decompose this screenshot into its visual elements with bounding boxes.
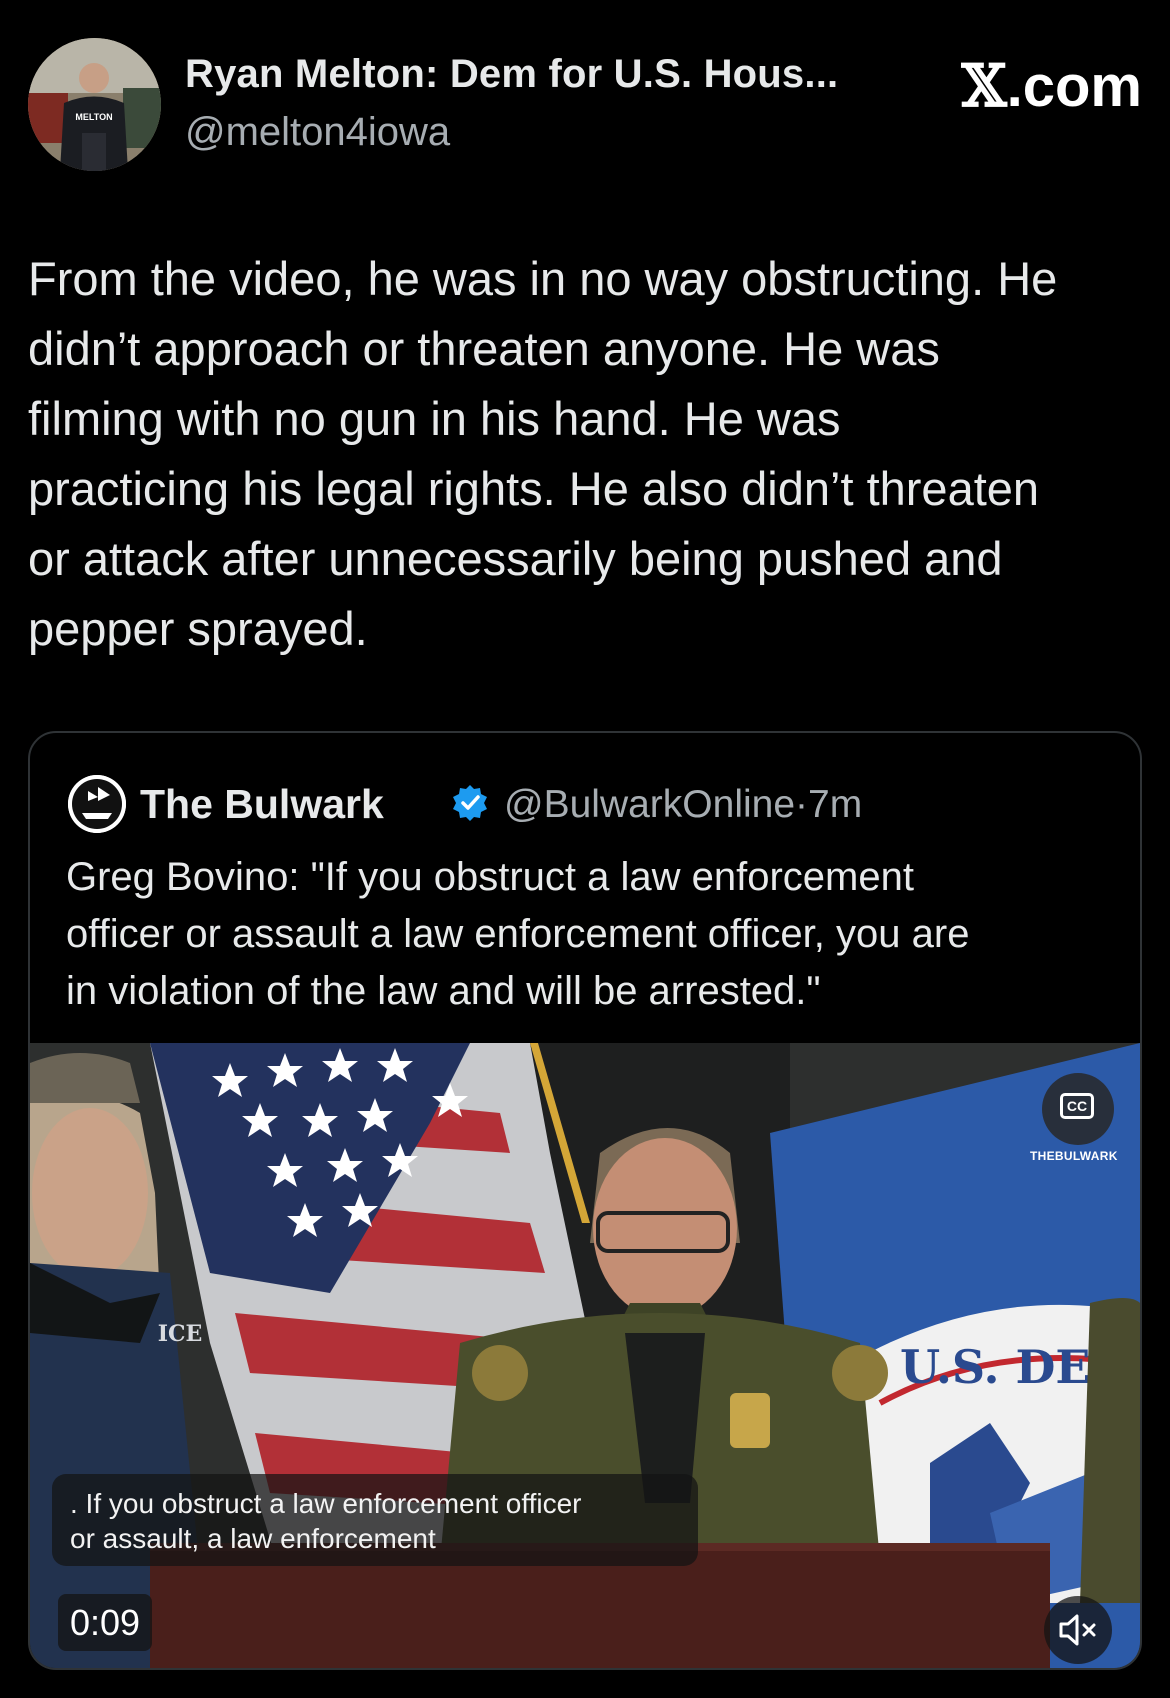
quoted-line: officer or assault a law enforcement off… <box>66 912 970 956</box>
author-handle[interactable]: @melton4iowa <box>185 110 450 155</box>
quoted-line: in violation of the law and will be arre… <box>66 969 821 1013</box>
quoted-tweet-card[interactable]: The Bulwark @BulwarkOnline·7m Greg Bovin… <box>28 731 1142 1670</box>
tweet-line: pepper sprayed. <box>28 602 368 655</box>
quoted-author-name[interactable]: The Bulwark <box>140 781 384 828</box>
tweet-line: didn’t approach or threaten anyone. He w… <box>28 322 940 375</box>
tweet-line: practicing his legal rights. He also did… <box>28 462 1040 515</box>
avatar-image: MELTON <box>28 38 161 171</box>
quoted-meta: @BulwarkOnline·7m <box>504 783 862 827</box>
avatar-shirt-text: MELTON <box>75 112 112 122</box>
jacket-text: ICE <box>158 1321 203 1347</box>
brand-suffix: .com <box>1006 54 1142 119</box>
quoted-timestamp[interactable]: 7m <box>808 783 862 826</box>
caption-line: or assault, a law enforcement <box>70 1523 436 1554</box>
video-caption: . If you obstruct a law enforcement offi… <box>52 1474 698 1566</box>
video-timestamp: 0:09 <box>58 1594 153 1651</box>
author-name[interactable]: Ryan Melton: Dem for U.S. Hous... <box>185 52 838 97</box>
video-player[interactable]: U.S. DEP ICE CC THEBULWARK . If you obst… <box>30 1043 1140 1668</box>
bulwark-logo-icon[interactable] <box>68 775 126 833</box>
quoted-tweet-header: The Bulwark @BulwarkOnline·7m <box>68 775 1108 835</box>
speaker-muted-icon <box>1059 1614 1096 1646</box>
tweet-line: filming with no gun in his hand. He was <box>28 392 841 445</box>
caption-line: . If you obstruct a law enforcement offi… <box>70 1488 582 1519</box>
quoted-tweet-text: Greg Bovino: "If you obstruct a law enfo… <box>66 849 1116 1020</box>
mute-button[interactable] <box>1044 1596 1112 1664</box>
x-brand-logo: 𝕏.com <box>962 52 1142 120</box>
video-frame: U.S. DEP ICE <box>30 1043 1140 1668</box>
tweet-header: MELTON Ryan Melton: Dem for U.S. Hous...… <box>28 38 1142 173</box>
tweet-line: or attack after unnecessarily being push… <box>28 532 1003 585</box>
author-avatar[interactable]: MELTON <box>28 38 161 171</box>
tweet-text: From the video, he was in no way obstruc… <box>28 244 1148 664</box>
meta-separator: · <box>795 783 809 826</box>
video-watermark: THEBULWARK <box>1030 1149 1118 1163</box>
cc-icon: CC <box>1060 1093 1094 1119</box>
quoted-author-handle[interactable]: @BulwarkOnline <box>504 783 795 826</box>
x-logo-icon: 𝕏 <box>961 52 1007 120</box>
closed-captions-button[interactable]: CC <box>1042 1073 1114 1145</box>
tweet-line: From the video, he was in no way obstruc… <box>28 252 1058 305</box>
quoted-line: Greg Bovino: "If you obstruct a law enfo… <box>66 855 914 899</box>
verified-badge-icon <box>453 785 487 821</box>
